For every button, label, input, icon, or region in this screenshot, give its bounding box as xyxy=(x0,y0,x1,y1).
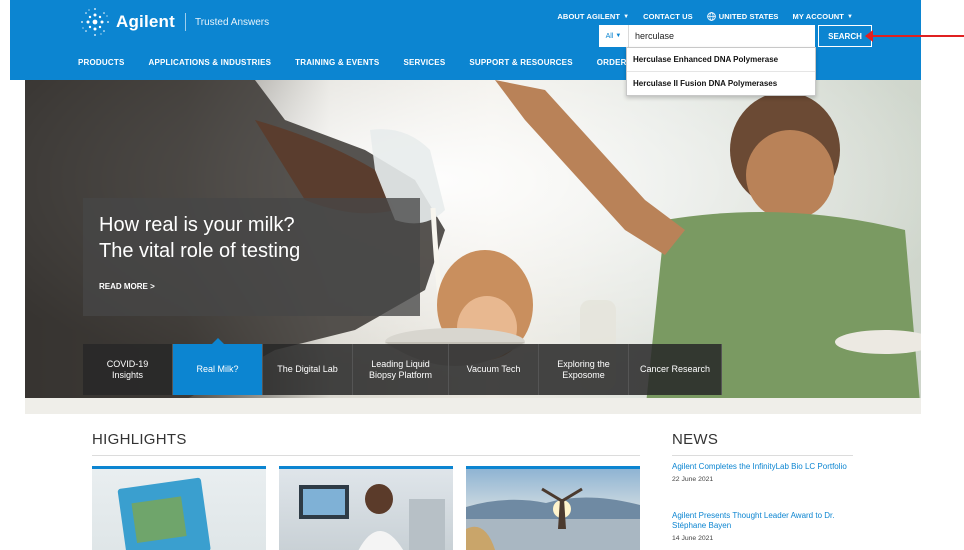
util-country-selector[interactable]: UNITED STATES xyxy=(706,12,779,21)
chevron-down-icon: ▼ xyxy=(623,13,630,20)
search-scope-label: All xyxy=(605,32,614,40)
main-nav: PRODUCTS APPLICATIONS & INDUSTRIES TRAIN… xyxy=(78,58,635,67)
agilent-logo[interactable]: Agilent Trusted Answers xyxy=(78,5,269,39)
util-my-account[interactable]: MY ACCOUNT ▼ xyxy=(793,12,853,21)
search-suggestions: Herculase Enhanced DNA Polymerase Hercul… xyxy=(626,47,816,96)
tab-label-line: Insights xyxy=(111,369,143,380)
card-flag xyxy=(429,466,453,469)
lab-scientist-image xyxy=(299,484,445,550)
tab-liquid-biopsy[interactable]: Leading Liquid Biopsy Platform xyxy=(353,344,449,395)
highlight-card[interactable] xyxy=(279,466,453,550)
nav-services[interactable]: SERVICES xyxy=(403,58,445,67)
brand-tagline: Trusted Answers xyxy=(195,16,270,28)
search-suggestion-item[interactable]: Herculase II Fusion DNA Polymerases xyxy=(627,72,815,95)
chevron-down-icon: ▼ xyxy=(615,33,622,39)
spark-logo-icon xyxy=(81,8,109,36)
tab-label-line: Exploring the xyxy=(557,358,610,369)
nav-applications-industries[interactable]: APPLICATIONS & INDUSTRIES xyxy=(149,58,272,67)
tab-label-line: Vacuum Tech xyxy=(466,364,521,374)
nav-support-resources[interactable]: SUPPORT & RESOURCES xyxy=(469,58,572,67)
highlights-heading: HIGHLIGHTS xyxy=(92,431,187,448)
hero-tabs: COVID-19 Insights Real Milk? The Digital … xyxy=(83,338,722,395)
news-heading: NEWS xyxy=(672,431,719,448)
tab-label-line: Cancer Research xyxy=(639,364,711,374)
tab-label-line: Biopsy Platform xyxy=(368,369,433,380)
hero-title: How real is your milk? The vital role of… xyxy=(99,212,399,264)
tab-label-line: Exposome xyxy=(562,369,605,380)
globe-icon xyxy=(706,12,716,21)
news-date: 22 June 2021 xyxy=(672,476,714,483)
util-contact-us[interactable]: CONTACT US xyxy=(643,12,693,21)
news-item: Agilent Completes the InfinityLab Bio LC… xyxy=(672,462,852,483)
tab-real-milk[interactable]: Real Milk? xyxy=(173,338,263,395)
card-flag xyxy=(242,466,266,469)
utility-nav: ABOUT AGILENT ▼ CONTACT US UNITED STATES… xyxy=(557,12,853,21)
news-item: Agilent Presents Thought Leader Award to… xyxy=(672,511,852,542)
util-label: UNITED STATES xyxy=(718,12,779,21)
hero-caption-box: How real is your milk? The vital role of… xyxy=(83,198,420,316)
brand-name: Agilent xyxy=(116,12,176,31)
search-suggestion-item[interactable]: Herculase Enhanced DNA Polymerase xyxy=(627,48,815,72)
lake-sunset-image xyxy=(466,487,640,550)
tab-cancer-research[interactable]: Cancer Research xyxy=(629,344,722,395)
tab-exposome[interactable]: Exploring the Exposome xyxy=(539,344,629,395)
tab-digital-lab[interactable]: The Digital Lab xyxy=(263,344,353,395)
highlights-divider xyxy=(92,455,640,456)
news-headline-link[interactable]: Agilent Presents Thought Leader Award to… xyxy=(672,511,852,531)
util-label: ABOUT AGILENT xyxy=(557,12,621,21)
highlight-card[interactable] xyxy=(466,466,640,550)
util-about-agilent[interactable]: ABOUT AGILENT ▼ xyxy=(557,12,629,21)
brochure-image xyxy=(117,477,211,550)
util-label: MY ACCOUNT xyxy=(792,12,844,21)
chevron-down-icon: ▼ xyxy=(846,13,853,20)
search-scope-dropdown[interactable]: All ▼ xyxy=(599,25,629,47)
tab-vacuum-tech[interactable]: Vacuum Tech xyxy=(449,344,539,395)
hero-title-line: How real is your milk? xyxy=(99,214,295,236)
search-button[interactable]: SEARCH xyxy=(818,25,872,47)
search-input[interactable] xyxy=(629,25,815,47)
read-more-link[interactable]: READ MORE > xyxy=(99,282,155,291)
tab-label-line: Leading Liquid xyxy=(371,358,430,369)
tab-label-line: Real Milk? xyxy=(196,364,239,374)
tab-label-line: COVID-19 xyxy=(106,358,149,369)
util-label: CONTACT US xyxy=(643,12,693,21)
hero-banner[interactable]: How real is your milk? The vital role of… xyxy=(25,80,921,414)
nav-training-events[interactable]: TRAINING & EVENTS xyxy=(295,58,379,67)
card-flag xyxy=(616,466,640,469)
tab-covid-19-insights[interactable]: COVID-19 Insights xyxy=(83,344,173,395)
logo-divider xyxy=(185,13,187,31)
search-bar: All ▼ SEARCH xyxy=(599,25,872,47)
news-headline-link[interactable]: Agilent Completes the InfinityLab Bio LC… xyxy=(672,462,852,472)
red-annotation-arrow xyxy=(865,30,964,42)
news-divider xyxy=(672,455,853,456)
tab-label-line: The Digital Lab xyxy=(277,364,338,374)
nav-products[interactable]: PRODUCTS xyxy=(78,58,125,67)
news-date: 14 June 2021 xyxy=(672,535,714,542)
highlight-card[interactable] xyxy=(92,466,266,550)
hero-title-line: The vital role of testing xyxy=(99,240,301,262)
